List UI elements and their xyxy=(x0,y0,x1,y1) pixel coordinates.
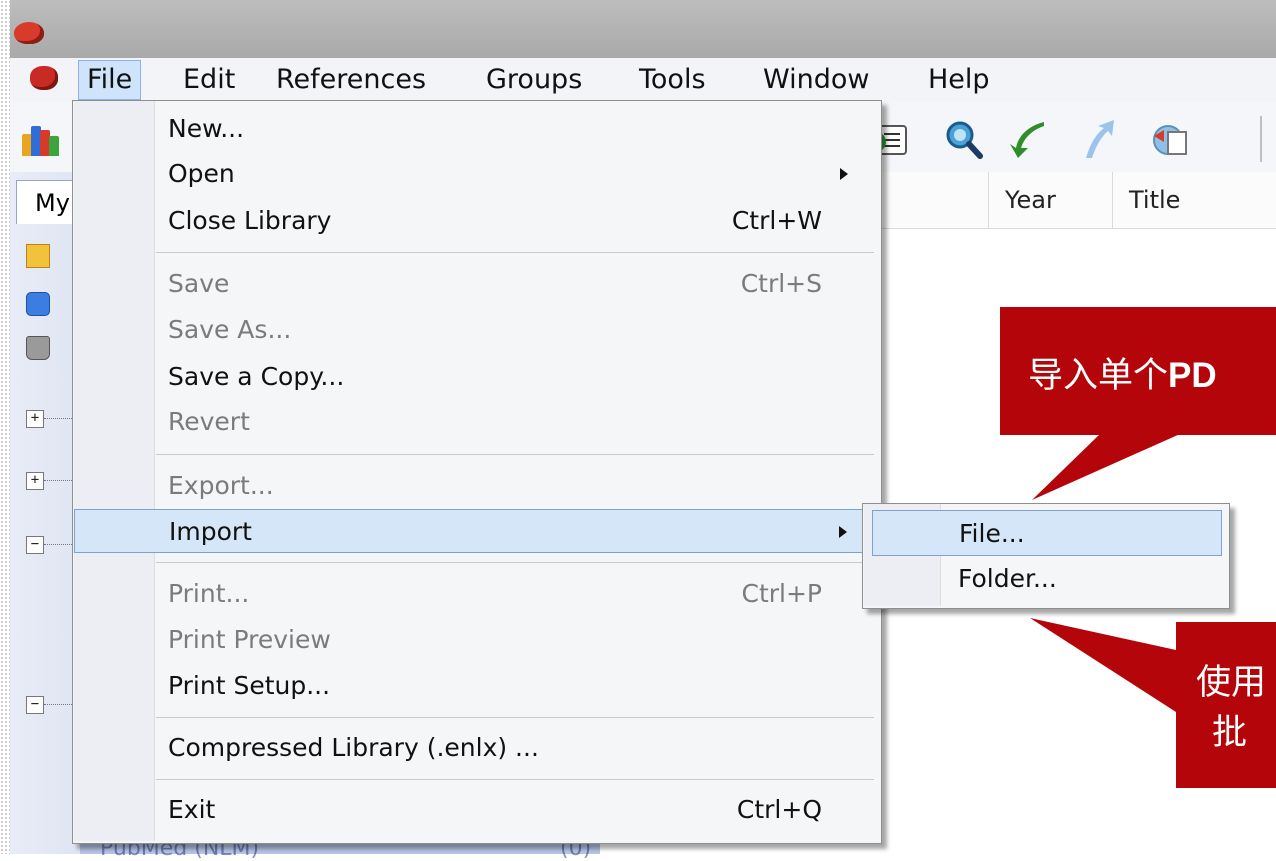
format-bibliography-icon[interactable] xyxy=(1150,118,1190,160)
find-text-icon[interactable] xyxy=(944,118,984,160)
menu-item-open[interactable]: Open xyxy=(74,152,878,196)
menu-item-label: Import xyxy=(169,517,252,546)
toolbar-separator xyxy=(1260,116,1262,162)
callout-batch: 使用 批 xyxy=(1176,622,1276,788)
menu-item-shortcut: Ctrl+S xyxy=(740,269,822,298)
menu-help[interactable]: Help xyxy=(920,60,998,100)
trash-icon[interactable] xyxy=(26,336,50,360)
menu-item-label: Print Preview xyxy=(168,625,331,654)
collapse-icon[interactable]: − xyxy=(26,696,44,714)
insert-citation-icon[interactable] xyxy=(1008,118,1048,160)
menu-item-label: Print Setup... xyxy=(168,671,331,700)
submenu-item-file[interactable]: File... xyxy=(872,510,1222,556)
menu-item-new[interactable]: New... xyxy=(74,107,878,151)
callout-single-pointer xyxy=(1032,434,1180,500)
menu-item-label: Save As... xyxy=(168,315,292,344)
menu-window[interactable]: Window xyxy=(755,60,877,100)
menu-item-export[interactable]: Export... xyxy=(74,464,878,508)
title-bar xyxy=(10,0,1276,58)
tree-line xyxy=(44,418,74,419)
menu-item-save-as[interactable]: Save As... xyxy=(74,308,878,352)
system-menu-icon[interactable] xyxy=(30,66,58,90)
menu-item-label: Exit xyxy=(168,795,216,824)
menu-separator xyxy=(156,252,874,253)
menu-item-print[interactable]: Print... Ctrl+P xyxy=(74,572,878,616)
menu-item-label: Save xyxy=(168,269,230,298)
column-title[interactable]: Title xyxy=(1112,172,1276,228)
submenu-item-label: Folder... xyxy=(958,564,1057,593)
menu-item-print-setup[interactable]: Print Setup... xyxy=(74,664,878,708)
tree-line xyxy=(44,704,74,705)
submenu-item-label: File... xyxy=(959,519,1025,548)
submenu-item-folder[interactable]: Folder... xyxy=(872,556,1222,602)
all-references-icon[interactable] xyxy=(26,244,50,268)
groups-pane xyxy=(10,172,81,854)
menu-separator xyxy=(156,454,874,455)
callout-batch-line1: 使用 xyxy=(1196,663,1267,703)
menu-separator xyxy=(156,717,874,718)
menu-references[interactable]: References xyxy=(268,60,434,100)
menu-item-label: Close Library xyxy=(168,206,332,235)
menu-separator xyxy=(156,562,874,563)
menu-item-label: Compressed Library (.enlx) ... xyxy=(168,733,539,762)
menu-item-save-copy[interactable]: Save a Copy... xyxy=(74,355,878,399)
collapse-icon[interactable]: − xyxy=(26,536,44,554)
callout-batch-line2: 批 xyxy=(1212,713,1248,753)
menu-item-compressed-library[interactable]: Compressed Library (.enlx) ... xyxy=(74,726,878,770)
menu-tools[interactable]: Tools xyxy=(631,60,714,100)
menu-item-shortcut: Ctrl+P xyxy=(741,579,822,608)
expand-icon[interactable]: + xyxy=(26,410,44,428)
menu-separator xyxy=(156,779,874,780)
menu-item-label: Open xyxy=(168,159,235,188)
menu-item-revert[interactable]: Revert xyxy=(74,400,878,444)
menu-item-label: Revert xyxy=(168,407,250,436)
submenu-arrow-icon xyxy=(840,168,848,180)
menu-groups[interactable]: Groups xyxy=(478,60,590,100)
endnote-logo-icon xyxy=(14,22,44,44)
callout-single-text: 导入单个PD xyxy=(1028,356,1217,396)
menu-item-label: New... xyxy=(168,114,245,143)
screenshot-border xyxy=(0,0,10,854)
menu-item-save[interactable]: Save Ctrl+S xyxy=(74,262,878,306)
menu-item-label: Print... xyxy=(168,579,250,608)
tree-line xyxy=(44,480,74,481)
library-books-icon[interactable] xyxy=(22,122,59,156)
callout-batch-pointer xyxy=(1030,618,1176,712)
menu-item-label: Save a Copy... xyxy=(168,362,345,391)
menu-item-close-library[interactable]: Close Library Ctrl+W xyxy=(74,199,878,243)
menu-file[interactable]: File xyxy=(78,60,142,100)
sync-icon[interactable] xyxy=(26,292,50,316)
submenu-arrow-icon xyxy=(839,526,847,538)
expand-icon[interactable]: + xyxy=(26,472,44,490)
menu-item-print-preview[interactable]: Print Preview xyxy=(74,618,878,662)
go-up-icon[interactable] xyxy=(1080,118,1120,160)
column-year[interactable]: Year xyxy=(988,172,1112,228)
callout-single-pdf: 导入单个PD xyxy=(1000,307,1276,435)
menu-edit[interactable]: Edit xyxy=(175,60,243,100)
menu-item-shortcut: Ctrl+W xyxy=(731,206,822,235)
menu-item-label: Export... xyxy=(168,471,274,500)
tree-line xyxy=(44,544,74,545)
menu-item-import[interactable]: Import xyxy=(74,509,878,553)
menu-item-shortcut: Ctrl+Q xyxy=(736,795,822,824)
menu-item-exit[interactable]: Exit Ctrl+Q xyxy=(74,788,878,832)
